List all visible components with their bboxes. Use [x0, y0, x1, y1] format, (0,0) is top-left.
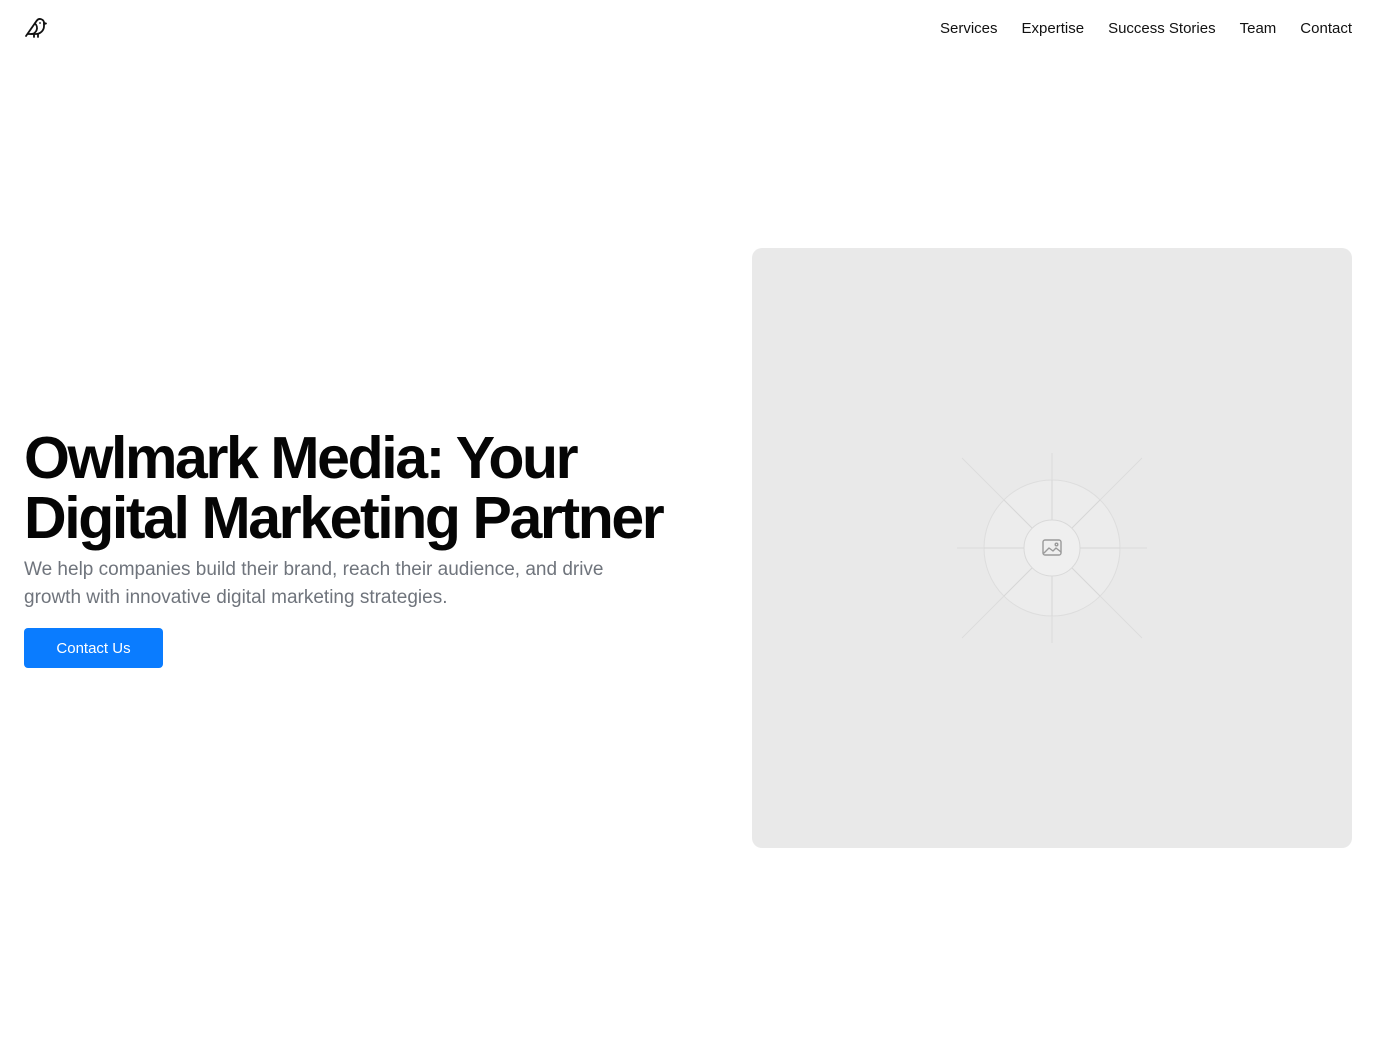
image-placeholder-icon: [957, 453, 1147, 643]
bird-logo-icon[interactable]: [24, 16, 48, 40]
nav-link-expertise[interactable]: Expertise: [1022, 20, 1085, 37]
nav-link-success-stories[interactable]: Success Stories: [1108, 20, 1216, 37]
hero-image-placeholder: [752, 248, 1352, 848]
nav-link-contact[interactable]: Contact: [1300, 20, 1352, 37]
hero-title: Owlmark Media: Your Digital Marketing Pa…: [24, 425, 665, 551]
hero-section: Owlmark Media: Your Digital Marketing Pa…: [24, 428, 724, 668]
nav-link-services[interactable]: Services: [940, 20, 998, 37]
hero-subtitle: We help companies build their brand, rea…: [24, 559, 604, 608]
contact-us-button[interactable]: Contact Us: [24, 628, 163, 668]
main-nav: Services Expertise Success Stories Team …: [940, 20, 1352, 37]
site-header: Services Expertise Success Stories Team …: [0, 0, 1376, 56]
nav-link-team[interactable]: Team: [1240, 20, 1277, 37]
